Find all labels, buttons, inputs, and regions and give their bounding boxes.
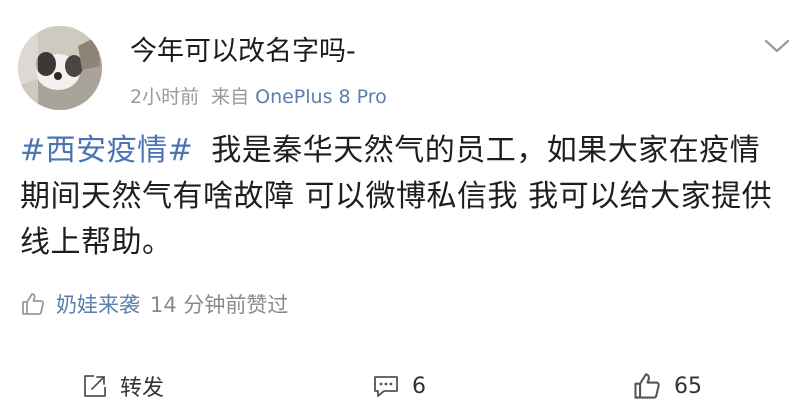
- avatar-image: [18, 26, 102, 110]
- thumbs-up-icon: [634, 373, 660, 399]
- repost-button[interactable]: 转发: [82, 366, 164, 406]
- comment-icon: [374, 376, 398, 397]
- hashtag-link[interactable]: #西安疫情#: [20, 133, 193, 168]
- comment-button[interactable]: 6: [372, 366, 426, 406]
- liker-username[interactable]: 奶娃来袭: [56, 289, 140, 319]
- repost-icon: [84, 375, 106, 397]
- post-time: 2小时前: [130, 86, 200, 108]
- device-source[interactable]: OnePlus 8 Pro: [255, 86, 387, 108]
- like-count: 65: [674, 373, 702, 399]
- post-meta: 2小时前 来自 OnePlus 8 Pro: [130, 84, 387, 110]
- username[interactable]: 今年可以改名字吗-: [130, 34, 356, 70]
- avatar[interactable]: [18, 26, 102, 110]
- weibo-post-card: 今年可以改名字吗- 2小时前 来自 OnePlus 8 Pro #西安疫情# 我是秦华…: [0, 0, 804, 412]
- thumbs-up-icon: [22, 293, 45, 315]
- chevron-down-icon[interactable]: [764, 38, 790, 54]
- liked-by-row: 奶娃来袭 14 分钟前赞过: [20, 288, 288, 320]
- liked-time-text: 14 分钟前赞过: [150, 293, 289, 317]
- like-button[interactable]: 65: [632, 366, 702, 406]
- comment-count: 6: [412, 373, 426, 399]
- source-prefix: 来自: [211, 86, 250, 108]
- repost-label: 转发: [120, 376, 165, 401]
- post-content: #西安疫情# 我是秦华天然气的员工，如果大家在疫情期间天然气有啥故障 可以微博私信…: [20, 128, 790, 266]
- action-bar: 转发 6 65: [0, 366, 804, 406]
